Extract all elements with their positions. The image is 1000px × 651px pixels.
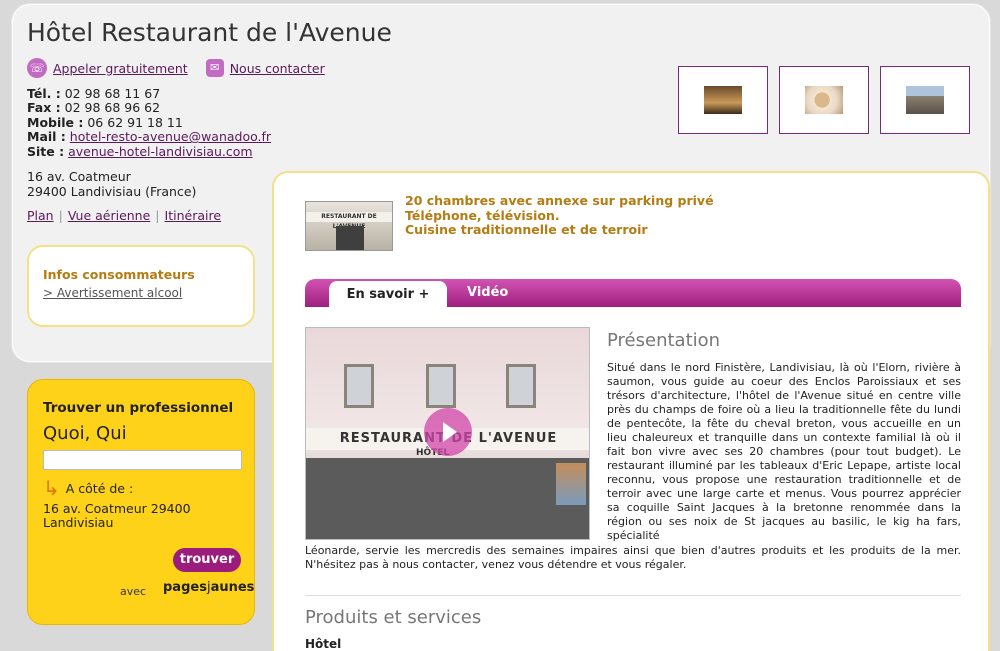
feature-item: 20 chambres avec annexe sur parking priv… bbox=[405, 193, 714, 208]
contact-link[interactable]: Nous contacter bbox=[230, 61, 325, 76]
tel-label: Tél. : bbox=[27, 86, 61, 101]
mobile-row: Mobile : 06 62 91 18 11 bbox=[27, 114, 271, 130]
consumer-info-box: Infos consommateurs > Avertissement alco… bbox=[27, 245, 255, 327]
mobile-label: Mobile : bbox=[27, 114, 84, 130]
find-button[interactable]: trouver bbox=[173, 548, 241, 572]
finder-location-line2: Landivisiau bbox=[43, 515, 114, 530]
presentation-text-continued: Léonarde, servie les mercredis des semai… bbox=[305, 544, 961, 571]
fax-value: 02 98 68 96 62 bbox=[64, 100, 161, 116]
address-line1: 16 av. Coatmeur bbox=[27, 169, 131, 184]
pagesjaunes-logo: pagesjaunes bbox=[163, 580, 255, 595]
finder-what-label: Quoi, Qui bbox=[43, 423, 127, 444]
photo-thumbnail[interactable] bbox=[678, 66, 768, 134]
photo-thumbnails bbox=[678, 66, 970, 134]
mail-label: Mail : bbox=[27, 129, 66, 145]
alcohol-warning-link[interactable]: > Avertissement alcool bbox=[43, 286, 239, 300]
separator: | bbox=[58, 208, 63, 223]
page-title: Hôtel Restaurant de l'Avenue bbox=[27, 18, 392, 47]
contact-action[interactable]: ✉ Nous contacter bbox=[205, 59, 325, 77]
itinerary-link[interactable]: Itinéraire bbox=[165, 208, 222, 223]
church-photo bbox=[906, 86, 944, 114]
products-title: Produits et services bbox=[305, 607, 482, 628]
header-actions: ☏ Appeler gratuitement ✉ Nous contacter bbox=[27, 58, 325, 78]
feature-item: Cuisine traditionnelle et de terroir bbox=[405, 222, 648, 237]
separator: | bbox=[155, 208, 160, 223]
thumbnail-sign: RESTAURANT DE L'AVENUE bbox=[306, 212, 392, 230]
presentation-text: Situé dans le nord Finistère, Landivisia… bbox=[607, 361, 961, 542]
photo-thumbnail[interactable] bbox=[880, 66, 970, 134]
fax-label: Fax : bbox=[27, 100, 61, 116]
finder-location-line1: 16 av. Coatmeur 29400 bbox=[43, 501, 191, 516]
site-label: Site : bbox=[27, 143, 65, 159]
plan-link[interactable]: Plan bbox=[27, 208, 54, 223]
dining-room-photo bbox=[704, 86, 742, 114]
finder-search-input[interactable] bbox=[43, 450, 242, 470]
hotel-facade-thumbnail[interactable]: RESTAURANT DE L'AVENUE bbox=[305, 201, 393, 251]
facade-window bbox=[426, 364, 456, 408]
facade-window bbox=[344, 364, 374, 408]
professional-finder: Trouver un professionnel Quoi, Qui ↳ A c… bbox=[27, 379, 255, 625]
finder-near-row: ↳ A côté de : bbox=[43, 476, 239, 500]
thumbnail-door bbox=[336, 226, 364, 250]
call-link[interactable]: Appeler gratuitement bbox=[53, 61, 188, 76]
feature-item: Téléphone, télévision. bbox=[405, 207, 560, 223]
powered-by-label: avec bbox=[120, 585, 147, 598]
tel-value: 02 98 68 11 67 bbox=[64, 86, 161, 101]
phone-icon: ☏ bbox=[27, 58, 47, 78]
fax-row: Fax : 02 98 68 96 62 bbox=[27, 101, 271, 115]
address: 16 av. Coatmeur 29400 Landivisiau (Franc… bbox=[27, 169, 196, 199]
dish-photo bbox=[805, 86, 843, 114]
site-row: Site : avenue-hotel-landivisiau.com bbox=[27, 143, 271, 159]
site-link[interactable]: avenue-hotel-landivisiau.com bbox=[68, 144, 253, 159]
mail-row: Mail : hotel-resto-avenue@wanadoo.fr bbox=[27, 130, 271, 144]
section-divider bbox=[305, 595, 961, 596]
tel-row: Tél. : 02 98 68 11 67 bbox=[27, 86, 271, 101]
map-links: Plan | Vue aérienne | Itinéraire bbox=[27, 208, 221, 223]
tab-bar: En savoir + Vidéo bbox=[305, 279, 961, 307]
storefront bbox=[306, 458, 589, 539]
video-player[interactable]: RESTAURANT DE L'AVENUE HÔTEL bbox=[305, 327, 590, 540]
facade-window bbox=[506, 364, 536, 408]
finder-near-label: A côté de : bbox=[65, 480, 134, 496]
finder-heading: Trouver un professionnel bbox=[43, 400, 234, 416]
contact-details: Tél. : 02 98 68 11 67 Fax : 02 98 68 96 … bbox=[27, 86, 271, 159]
photo-thumbnail[interactable] bbox=[779, 66, 869, 134]
presentation-title: Présentation bbox=[607, 330, 721, 351]
aerial-view-link[interactable]: Vue aérienne bbox=[68, 208, 150, 223]
mail-link[interactable]: hotel-resto-avenue@wanadoo.fr bbox=[70, 129, 271, 144]
envelope-icon: ✉ bbox=[205, 59, 224, 77]
main-content: RESTAURANT DE L'AVENUE 20 chambres avec … bbox=[272, 171, 990, 651]
mobile-value: 06 62 91 18 11 bbox=[87, 114, 183, 130]
play-icon[interactable] bbox=[424, 408, 472, 456]
call-action[interactable]: ☏ Appeler gratuitement bbox=[27, 58, 188, 78]
feature-list: 20 chambres avec annexe sur parking priv… bbox=[405, 193, 714, 238]
address-line2: 29400 Landivisiau (France) bbox=[27, 184, 197, 199]
tab-en-savoir-plus[interactable]: En savoir + bbox=[329, 281, 447, 307]
mural-painting bbox=[556, 463, 586, 505]
tab-video[interactable]: Vidéo bbox=[467, 279, 508, 307]
finder-location: 16 av. Coatmeur 29400 Landivisiau bbox=[43, 502, 239, 530]
consumer-info-heading: Infos consommateurs bbox=[43, 267, 195, 282]
arrow-icon: ↳ bbox=[43, 476, 60, 500]
product-item: Hôtel bbox=[305, 637, 342, 651]
